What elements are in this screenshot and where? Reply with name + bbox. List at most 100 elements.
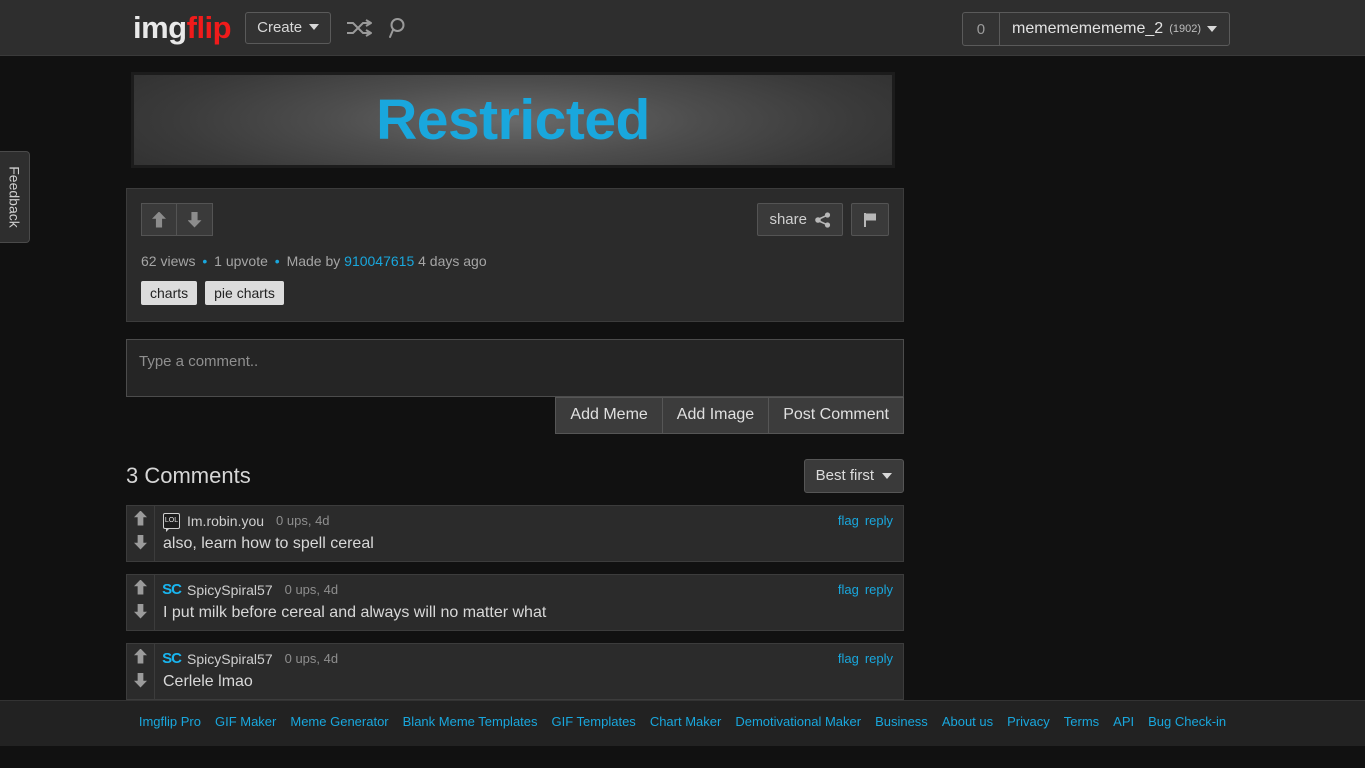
footer-link[interactable]: Meme Generator — [290, 714, 388, 729]
user-points-label: (1902) — [1169, 23, 1201, 35]
logo-flip-part: flip — [186, 10, 232, 45]
footer-link[interactable]: Business — [875, 714, 928, 729]
create-button-label: Create — [257, 18, 303, 36]
username-label: memememememe_2 — [1012, 20, 1164, 37]
share-button[interactable]: share — [757, 203, 843, 236]
comment-upvote-button[interactable] — [127, 575, 154, 599]
comment-downvote-button[interactable] — [127, 599, 154, 623]
user-menu[interactable]: 0 memememememe_2 (1902) — [961, 12, 1230, 46]
add-image-button[interactable]: Add Image — [662, 397, 770, 434]
comment-vote-group — [127, 575, 155, 630]
notification-count[interactable]: 0 — [963, 13, 1001, 45]
footer-link[interactable]: Blank Meme Templates — [403, 714, 538, 729]
post-comment-button[interactable]: Post Comment — [769, 397, 904, 434]
meme-age: 4 days ago — [418, 253, 487, 269]
comment-item: SC SpicySpiral57 0 ups, 4d flag reply Ce… — [126, 643, 904, 700]
arrow-down-icon — [187, 211, 202, 228]
comment-actions: flag reply — [838, 513, 893, 528]
comment-flag-link[interactable]: flag — [838, 513, 859, 528]
footer-link[interactable]: GIF Maker — [215, 714, 276, 729]
comment-author[interactable]: SpicySpiral57 — [187, 582, 273, 598]
add-meme-button[interactable]: Add Meme — [555, 397, 663, 434]
lol-speech-bubble-icon: LOL — [163, 512, 180, 532]
author-link[interactable]: 910047615 — [344, 253, 414, 269]
comment-form: Add Meme Add Image Post Comment — [126, 339, 904, 434]
comment-upvote-button[interactable] — [127, 506, 154, 530]
flag-button[interactable] — [851, 203, 889, 236]
spiral-avatar-icon: SC — [162, 650, 182, 667]
tag-list: charts pie charts — [141, 281, 889, 305]
comment-item: LOL Im.robin.you 0 ups, 4d flag reply al… — [126, 505, 904, 562]
arrow-up-icon — [152, 211, 166, 228]
comment-input[interactable] — [126, 339, 904, 397]
comment-item: SC SpicySpiral57 0 ups, 4d flag reply I … — [126, 574, 904, 631]
shuffle-icon[interactable] — [345, 18, 373, 38]
avatar[interactable]: SC — [162, 650, 182, 667]
create-button[interactable]: Create — [245, 11, 332, 44]
comment-flag-link[interactable]: flag — [838, 582, 859, 597]
page-body: Feedback Restricted share 62 views • 1 u… — [0, 56, 1365, 746]
comment-upvote-button[interactable] — [127, 644, 154, 668]
comment-meta: 0 ups, 4d — [284, 651, 339, 666]
comment-meta: 0 ups, 4d — [284, 582, 339, 597]
arrow-up-icon — [134, 579, 147, 595]
share-nodes-icon — [815, 211, 831, 228]
comment-reply-link[interactable]: reply — [865, 651, 893, 666]
comment-reply-link[interactable]: reply — [865, 582, 893, 597]
comments-header: 3 Comments Best first — [126, 459, 904, 493]
flag-icon — [863, 212, 876, 227]
comment-reply-link[interactable]: reply — [865, 513, 893, 528]
chevron-down-icon — [1207, 26, 1217, 32]
comment-header: LOL Im.robin.you 0 ups, 4d — [163, 512, 893, 532]
share-button-label: share — [769, 211, 807, 228]
comment-actions: flag reply — [838, 651, 893, 666]
comment-downvote-button[interactable] — [127, 530, 154, 554]
site-footer: Imgflip Pro GIF Maker Meme Generator Bla… — [0, 700, 1365, 746]
comment-author[interactable]: Im.robin.you — [187, 513, 264, 529]
comment-text: also, learn how to spell cereal — [163, 535, 374, 552]
comment-body: LOL Im.robin.you 0 ups, 4d flag reply al… — [155, 506, 903, 561]
comment-text: Cerlele lmao — [163, 673, 253, 690]
header-left-group: imgflip Create — [133, 10, 411, 45]
footer-link-list: Imgflip Pro GIF Maker Meme Generator Bla… — [0, 701, 1365, 729]
tag-charts[interactable]: charts — [141, 281, 198, 305]
feedback-tab-label: Feedback — [6, 166, 23, 228]
chevron-down-icon — [882, 472, 892, 479]
avatar[interactable]: LOL — [163, 512, 180, 532]
feedback-tab[interactable]: Feedback — [0, 151, 30, 243]
separator-dot: • — [274, 253, 280, 269]
search-icon[interactable] — [387, 16, 411, 40]
comment-downvote-button[interactable] — [127, 668, 154, 692]
footer-link[interactable]: Demotivational Maker — [735, 714, 861, 729]
footer-link[interactable]: Imgflip Pro — [139, 714, 201, 729]
meme-stats-line: 62 views • 1 upvote • Made by 910047615 … — [141, 253, 889, 269]
imgflip-logo[interactable]: imgflip — [133, 10, 232, 45]
comment-sort-label: Best first — [815, 467, 874, 484]
comment-meta: 0 ups, 4d — [276, 513, 330, 528]
tag-pie-charts[interactable]: pie charts — [205, 281, 284, 305]
comment-body: SC SpicySpiral57 0 ups, 4d flag reply I … — [155, 575, 903, 630]
footer-link[interactable]: GIF Templates — [552, 714, 636, 729]
footer-link[interactable]: Bug Check-in — [1148, 714, 1226, 729]
arrow-down-icon — [134, 534, 147, 550]
downvote-button[interactable] — [177, 203, 213, 236]
arrow-down-icon — [134, 672, 147, 688]
footer-link[interactable]: About us — [942, 714, 993, 729]
upvote-button[interactable] — [141, 203, 177, 236]
comment-sort-dropdown[interactable]: Best first — [803, 459, 904, 493]
username-dropdown[interactable]: memememememe_2 (1902) — [1000, 13, 1229, 45]
footer-link[interactable]: Privacy — [1007, 714, 1050, 729]
footer-link[interactable]: Chart Maker — [650, 714, 722, 729]
avatar[interactable]: SC — [162, 581, 182, 598]
footer-link[interactable]: API — [1113, 714, 1134, 729]
site-header: imgflip Create 0 memememememe_2 (1902) — [0, 0, 1365, 56]
arrow-down-icon — [134, 603, 147, 619]
logo-img-part: img — [133, 10, 187, 45]
comment-form-buttons: Add Meme Add Image Post Comment — [126, 397, 904, 434]
made-by-label: Made by — [286, 253, 341, 269]
comment-author[interactable]: SpicySpiral57 — [187, 651, 273, 667]
meme-image[interactable]: Restricted — [131, 72, 895, 168]
spiral-avatar-icon: SC — [162, 581, 182, 598]
comment-flag-link[interactable]: flag — [838, 651, 859, 666]
footer-link[interactable]: Terms — [1064, 714, 1099, 729]
